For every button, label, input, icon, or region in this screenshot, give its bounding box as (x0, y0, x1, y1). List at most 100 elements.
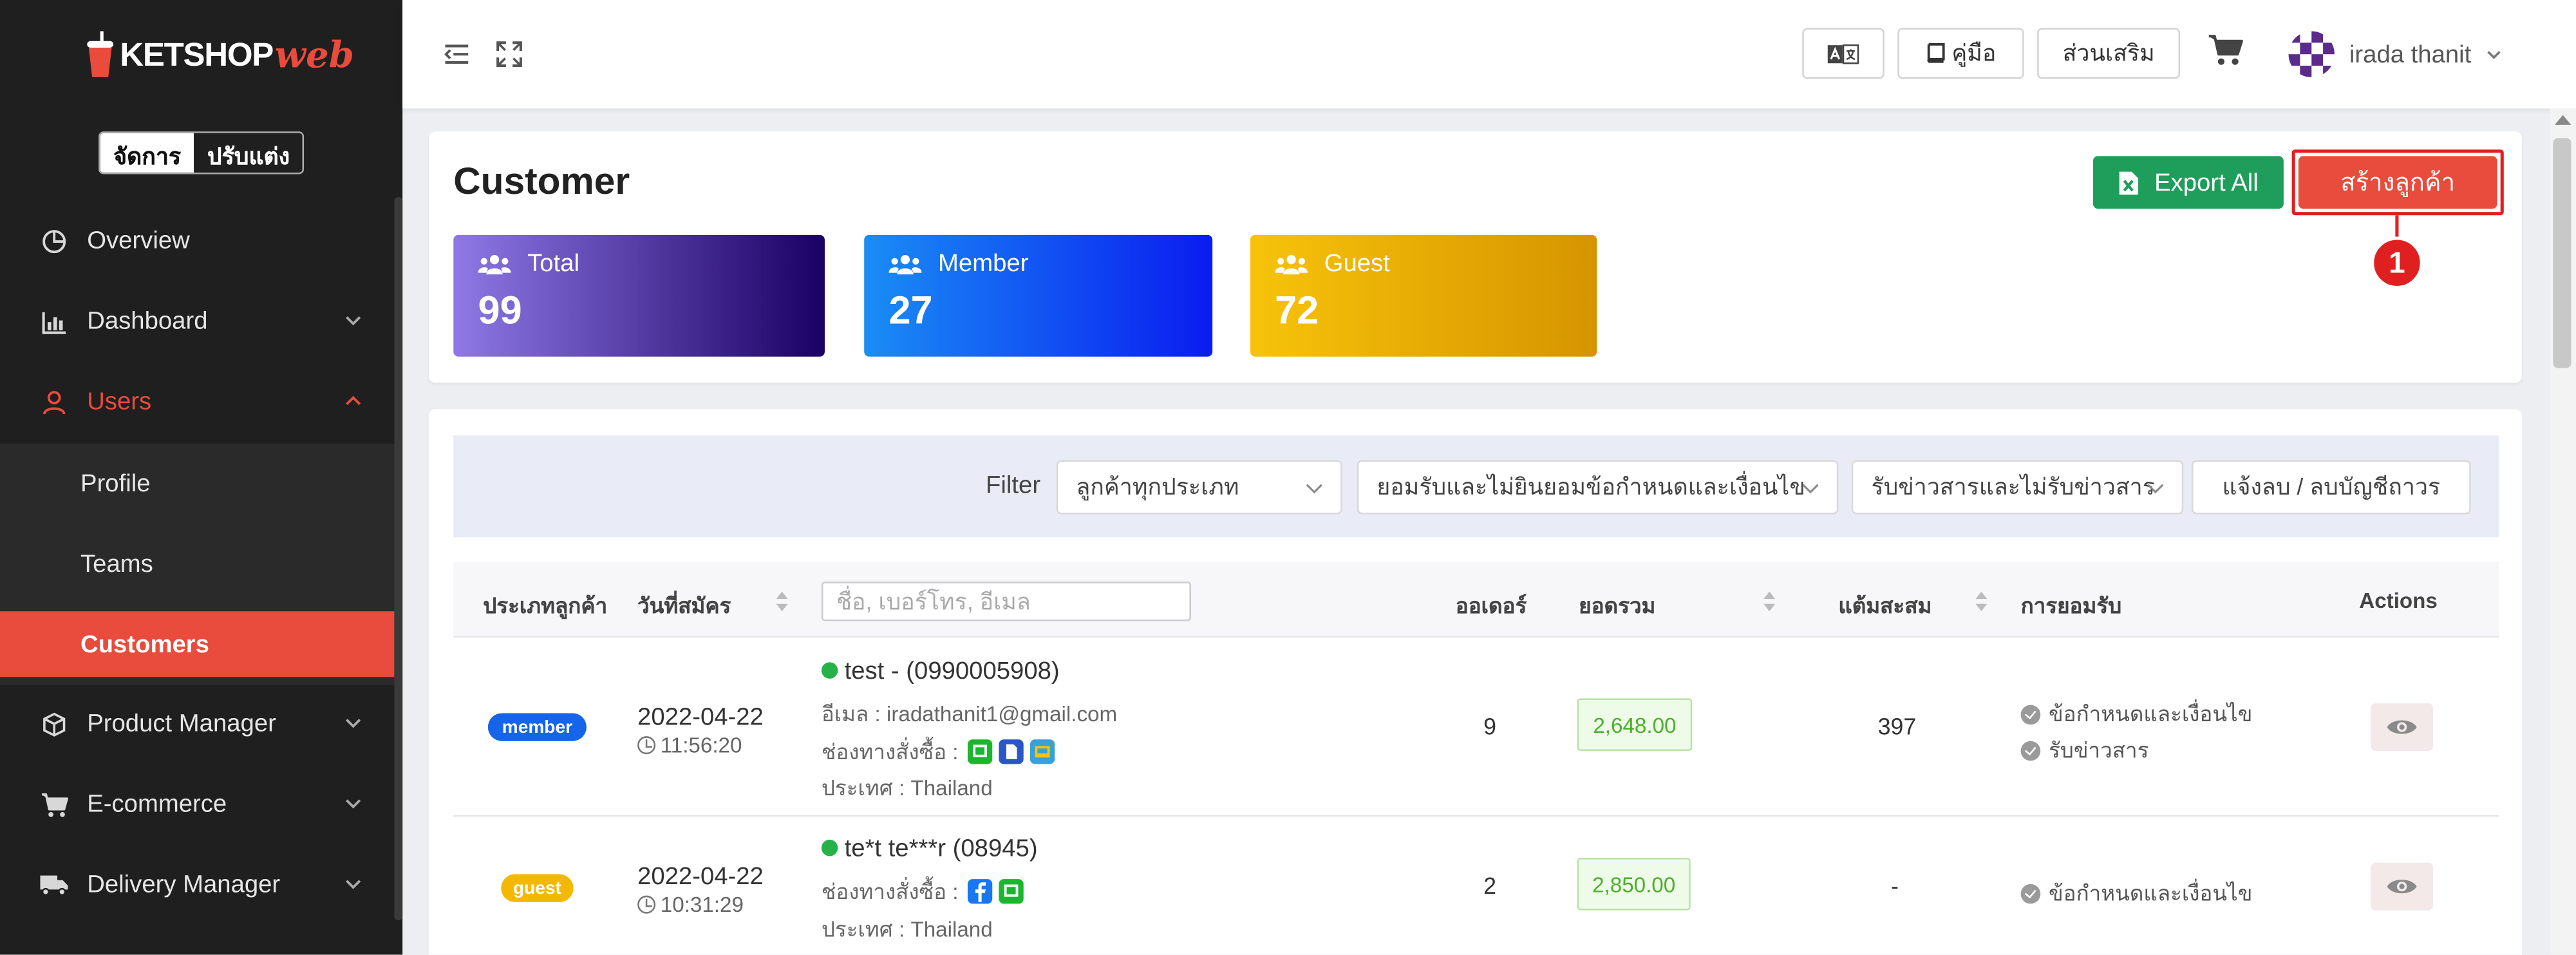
fullscreen-icon[interactable] (494, 39, 524, 69)
export-all-button[interactable]: Export All (2092, 156, 2284, 209)
stat-value: 99 (478, 289, 522, 334)
select-value: รับข่าวสารและไม่รับข่าวสาร (1871, 472, 2155, 499)
sidebar-subitem-customers[interactable]: Customers (0, 611, 395, 677)
manual-label: คู่มือ (1951, 38, 1997, 65)
chevron-down-icon (346, 316, 361, 326)
chevron-down-icon (1802, 484, 1819, 494)
facebook-channel-icon (967, 879, 993, 904)
signup-date: 2022-04-22 (637, 862, 764, 891)
sidebar-item-label: E-commerce (87, 790, 227, 818)
chevron-down-icon (2147, 484, 2164, 494)
sidebar-item-overview[interactable]: Overview (0, 200, 394, 281)
order-count: 2 (1483, 872, 1497, 899)
sidebar-subitem-profile[interactable]: Profile (0, 450, 394, 516)
manual-button[interactable]: คู่มือ (1897, 28, 2024, 79)
header-actions: Actions (2359, 588, 2438, 613)
collapse-menu-icon[interactable] (442, 39, 471, 69)
customer-name[interactable]: test - (0990005908) (845, 657, 1060, 685)
customer-name[interactable]: te*t te***r (08945) (845, 835, 1038, 862)
chevron-down-icon (346, 719, 361, 728)
app-window: KETSHOP web จัดการ ปรับแต่ง Overview Das… (0, 0, 2576, 955)
stat-total-card: Total 99 (453, 234, 825, 357)
sidebar-item-users[interactable]: Users (0, 361, 394, 442)
channels-label: ช่องทางสั่งซื้อ : (821, 879, 959, 904)
logo-main-text: KETSHOP (120, 37, 274, 73)
select-value: ยอมรับและไม่ยินยอมข้อกำหนดและเงื่อนไข (1377, 472, 1805, 499)
filter-label: Filter (986, 471, 1041, 500)
user-menu[interactable]: irada thanit (2288, 30, 2505, 79)
consent-label: ข้อกำหนดและเงื่อนไข (2048, 701, 2253, 726)
mode-manage-button[interactable]: จัดการ (100, 133, 194, 173)
sort-icon[interactable] (1763, 590, 1776, 613)
translate-button[interactable] (1802, 28, 1885, 79)
sidebar-item-label: Users (87, 388, 152, 416)
scroll-up-arrow-icon[interactable] (2554, 115, 2571, 125)
consent-terms: ข้อกำหนดและเงื่อนไข (2020, 697, 2253, 732)
sidebar: KETSHOP web จัดการ ปรับแต่ง Overview Das… (0, 0, 403, 955)
sidebar-scrollbar[interactable] (394, 197, 403, 920)
search-input[interactable] (821, 582, 1191, 621)
view-customer-button[interactable] (2371, 703, 2434, 752)
customer-country: ประเทศ : Thailand (821, 775, 993, 800)
consent-terms: ข้อกำหนดและเงื่อนไข (2020, 876, 2252, 911)
sidebar-item-ecommerce[interactable]: E-commerce (0, 764, 394, 845)
terms-consent-select[interactable]: ยอมรับและไม่ยินยอมข้อกำหนดและเงื่อนไข (1357, 460, 1839, 515)
chevron-down-icon (346, 880, 361, 889)
user-name: irada thanit (2349, 40, 2472, 68)
delete-account-button[interactable]: แจ้งลบ / ลบบัญชีถาวร (2191, 460, 2471, 515)
stat-member-card: Member 27 (864, 234, 1213, 357)
sidebar-item-label: Delivery Manager (87, 871, 281, 899)
create-customer-button[interactable]: สร้างลูกค้า (2298, 156, 2497, 209)
sidebar-item-label: Overview (87, 227, 190, 255)
sort-icon[interactable] (1975, 590, 1988, 613)
bar-chart-icon (39, 307, 69, 336)
addons-button[interactable]: ส่วนเสริม (2037, 28, 2181, 79)
row-divider (453, 815, 2499, 817)
cup-logo-icon (86, 31, 115, 80)
clock-icon (637, 736, 656, 755)
sidebar-item-delivery-manager[interactable]: Delivery Manager (0, 845, 394, 925)
total-amount: 2,648.00 (1577, 698, 1693, 752)
sidebar-item-dashboard[interactable]: Dashboard (0, 281, 394, 361)
stat-guest-card: Guest 72 (1250, 234, 1597, 357)
user-icon (39, 387, 69, 417)
header-signup-date[interactable]: วันที่สมัคร (637, 589, 731, 623)
shopping-cart-icon (39, 790, 69, 819)
sidebar-subitem-teams[interactable]: Teams (0, 531, 394, 596)
mode-customize-button[interactable]: ปรับแต่ง (194, 133, 303, 173)
cart-icon[interactable] (2208, 33, 2244, 68)
pos-channel-icon (1029, 739, 1055, 764)
mode-toggle: จัดการ ปรับแต่ง (99, 131, 305, 175)
chevron-down-icon (346, 799, 361, 809)
users-group-icon (888, 254, 922, 274)
page-scrollbar-thumb[interactable] (2553, 138, 2571, 368)
create-label: สร้างลูกค้า (2340, 169, 2456, 198)
sidebar-item-product-manager[interactable]: Product Manager (0, 684, 394, 764)
brand-logo[interactable]: KETSHOP web (86, 26, 354, 86)
truck-icon (39, 870, 69, 900)
customer-type-select[interactable]: ลูกค้าทุกประเภท (1056, 460, 1342, 515)
signup-time: 11:56:20 (660, 733, 742, 758)
customer-email: อีเมล : iradathanit1@gmail.com (821, 701, 1118, 726)
users-group-icon (1275, 254, 1308, 274)
page-title: Customer (453, 159, 630, 202)
pie-chart-icon (39, 226, 69, 256)
check-circle-icon (2020, 883, 2041, 903)
header-total[interactable]: ยอดรวม (1579, 589, 1655, 623)
points: 397 (1877, 713, 1917, 740)
view-customer-button[interactable] (2371, 862, 2434, 911)
online-status-dot (821, 839, 838, 856)
avatar (2288, 31, 2335, 77)
stat-label: Guest (1324, 249, 1390, 278)
sidebar-subitem-label: Profile (80, 469, 151, 497)
translate-icon (1827, 43, 1859, 64)
news-consent-select[interactable]: รับข่าวสารและไม่รับข่าวสาร (1851, 460, 2184, 515)
channels-label: ช่องทางสั่งซื้อ : (821, 739, 959, 764)
signup-date: 2022-04-22 (637, 703, 764, 732)
stat-value: 27 (888, 289, 933, 334)
sort-icon[interactable] (775, 590, 788, 613)
users-group-icon (478, 254, 511, 274)
stat-label: Member (938, 249, 1029, 278)
consent-news: รับข่าวสาร (2020, 733, 2148, 768)
header-points[interactable]: แต้มสะสม (1838, 589, 1932, 623)
